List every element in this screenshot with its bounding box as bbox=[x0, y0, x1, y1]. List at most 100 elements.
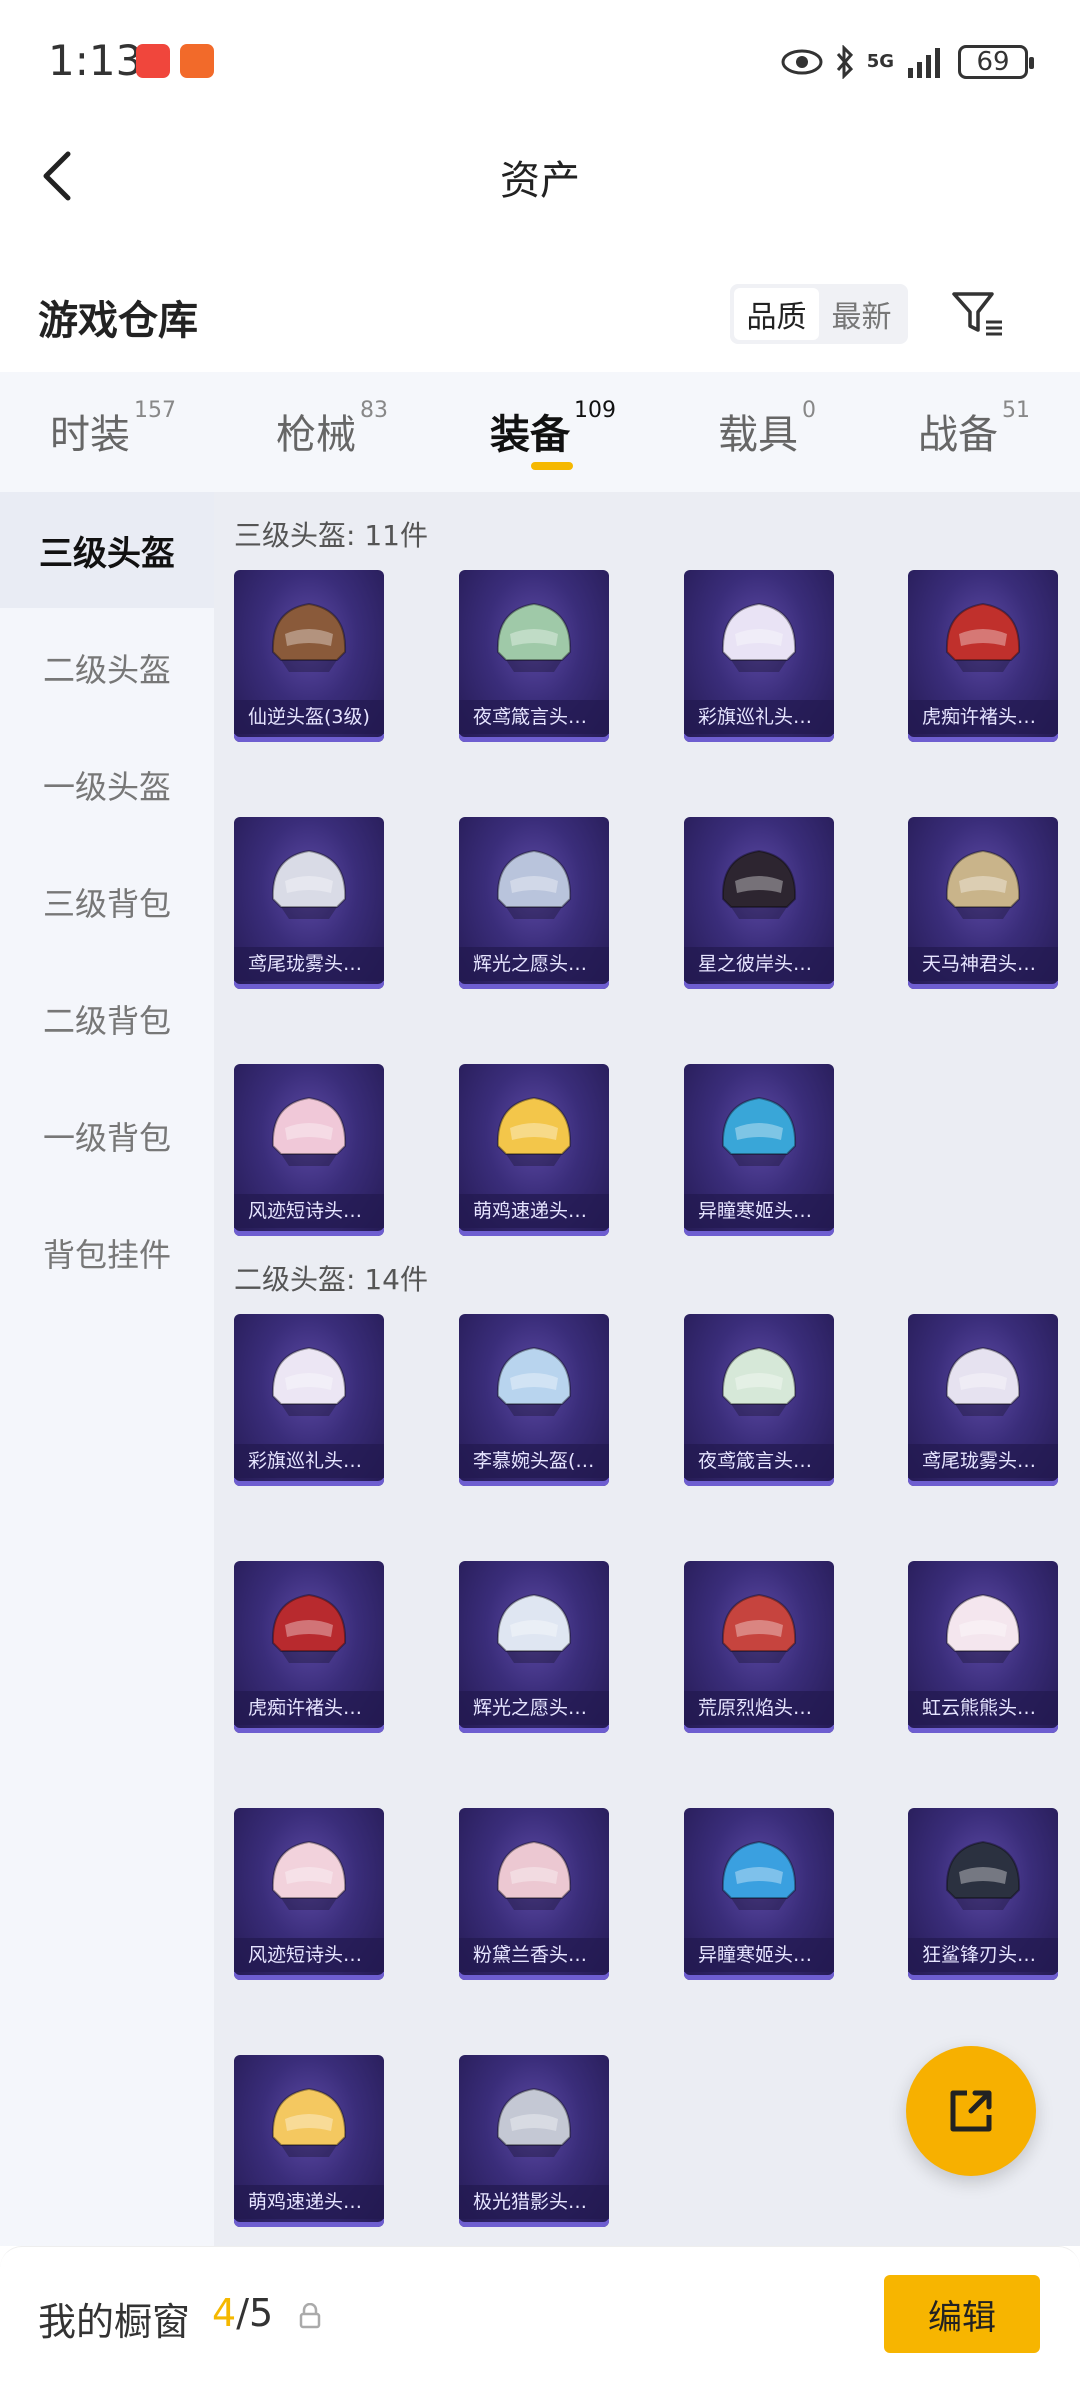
item-card[interactable]: 风迹短诗头… bbox=[234, 1808, 384, 1980]
tab-supplies[interactable]: 战备51 bbox=[918, 398, 1030, 460]
header: 资产 bbox=[0, 120, 1080, 230]
item-name: 李慕婉头盔(… bbox=[459, 1444, 609, 1478]
sidebar-item-backpack-charm[interactable]: 背包挂件 bbox=[0, 1195, 214, 1311]
item-card[interactable]: 风迹短诗头… bbox=[234, 1064, 384, 1236]
item-card[interactable]: 夜鸢箴言头… bbox=[459, 570, 609, 742]
item-name: 仙逆头盔(3级) bbox=[234, 700, 384, 734]
helmet-icon bbox=[945, 602, 1021, 672]
helmet-icon bbox=[721, 1840, 797, 1910]
item-name: 夜鸢箴言头… bbox=[459, 700, 609, 734]
item-name: 荒原烈焰头… bbox=[684, 1691, 834, 1725]
helmet-icon bbox=[496, 849, 572, 919]
sidebar-item-level3-helmet[interactable]: 三级头盔 bbox=[0, 492, 214, 608]
item-card[interactable]: 狂鲨锋刃头… bbox=[908, 1808, 1058, 1980]
edit-button[interactable]: 编辑 bbox=[884, 2275, 1040, 2353]
item-card[interactable]: 虎痴许褚头… bbox=[908, 570, 1058, 742]
item-card[interactable]: 仙逆头盔(3级) bbox=[234, 570, 384, 742]
item-card[interactable]: 辉光之愿头… bbox=[459, 817, 609, 989]
helmet-icon bbox=[945, 1593, 1021, 1663]
item-card[interactable]: 异瞳寒姬头… bbox=[684, 1064, 834, 1236]
helmet-icon bbox=[945, 849, 1021, 919]
item-name: 虎痴许褚头… bbox=[234, 1691, 384, 1725]
item-card[interactable]: 粉黛兰香头… bbox=[459, 1808, 609, 1980]
helmet-icon bbox=[721, 849, 797, 919]
item-name: 鸢尾珑雾头… bbox=[908, 1444, 1058, 1478]
section-title-level2: 二级头盔: 14件 bbox=[234, 1263, 428, 1296]
item-name: 风迹短诗头… bbox=[234, 1938, 384, 1972]
item-card[interactable]: 辉光之愿头… bbox=[459, 1561, 609, 1733]
tab-count: 0 bbox=[802, 398, 816, 423]
item-card[interactable]: 鸢尾珑雾头… bbox=[908, 1314, 1058, 1486]
battery-indicator: 69 bbox=[958, 45, 1034, 79]
item-card[interactable]: 夜鸢箴言头… bbox=[684, 1314, 834, 1486]
sidebar-item-level2-helmet[interactable]: 二级头盔 bbox=[0, 610, 214, 726]
tab-label: 装备 bbox=[490, 412, 570, 458]
showcase-current: 4 bbox=[212, 2291, 237, 2335]
sidebar-item-level2-backpack[interactable]: 二级背包 bbox=[0, 961, 214, 1077]
showcase-label: 我的橱窗 bbox=[38, 2300, 191, 2344]
tab-weapons[interactable]: 枪械83 bbox=[276, 398, 388, 460]
helmet-icon bbox=[271, 1346, 347, 1416]
item-card[interactable]: 萌鸡速递头… bbox=[234, 2055, 384, 2227]
sidebar-item-level1-backpack[interactable]: 一级背包 bbox=[0, 1078, 214, 1194]
helmet-icon bbox=[721, 602, 797, 672]
sidebar-item-level3-backpack[interactable]: 三级背包 bbox=[0, 844, 214, 960]
battery-level: 69 bbox=[976, 47, 1010, 77]
tab-label: 时装 bbox=[50, 412, 130, 458]
helmet-icon bbox=[271, 602, 347, 672]
showcase-count: 4/5 bbox=[212, 2291, 273, 2335]
helmet-icon bbox=[721, 1593, 797, 1663]
filter-icon[interactable] bbox=[948, 284, 1008, 344]
item-name: 极光猎影头… bbox=[459, 2185, 609, 2219]
item-name: 星之彼岸头… bbox=[684, 947, 834, 981]
helmet-icon bbox=[721, 1346, 797, 1416]
signal-icon bbox=[908, 48, 940, 78]
item-card[interactable]: 荒原烈焰头… bbox=[684, 1561, 834, 1733]
eye-icon bbox=[781, 49, 823, 75]
tab-count: 51 bbox=[1002, 398, 1030, 423]
item-name: 鸢尾珑雾头… bbox=[234, 947, 384, 981]
item-name: 虎痴许褚头… bbox=[908, 700, 1058, 734]
item-card[interactable]: 星之彼岸头… bbox=[684, 817, 834, 989]
item-card[interactable]: 虎痴许褚头… bbox=[234, 1561, 384, 1733]
warehouse-title: 游戏仓库 bbox=[38, 298, 198, 344]
item-card[interactable]: 极光猎影头… bbox=[459, 2055, 609, 2227]
tab-fashion[interactable]: 时装157 bbox=[50, 398, 176, 460]
sidebar-item-level1-helmet[interactable]: 一级头盔 bbox=[0, 727, 214, 843]
item-name: 风迹短诗头… bbox=[234, 1194, 384, 1228]
item-name: 辉光之愿头… bbox=[459, 1691, 609, 1725]
item-name: 彩旗巡礼头… bbox=[234, 1444, 384, 1478]
tab-vehicles[interactable]: 载具0 bbox=[718, 398, 816, 460]
item-card[interactable]: 虹云熊熊头… bbox=[908, 1561, 1058, 1733]
sort-quality-button[interactable]: 品质 bbox=[734, 288, 819, 340]
helmet-icon bbox=[271, 1593, 347, 1663]
helmet-icon bbox=[271, 1840, 347, 1910]
tab-count: 157 bbox=[134, 398, 176, 423]
share-icon bbox=[950, 2090, 992, 2132]
active-tab-indicator bbox=[531, 462, 573, 470]
tab-equipment[interactable]: 装备109 bbox=[490, 398, 616, 460]
item-name: 彩旗巡礼头… bbox=[684, 700, 834, 734]
item-card[interactable]: 李慕婉头盔(… bbox=[459, 1314, 609, 1486]
item-card[interactable]: 彩旗巡礼头… bbox=[684, 570, 834, 742]
sort-newest-button[interactable]: 最新 bbox=[819, 288, 904, 340]
item-card[interactable]: 天马神君头… bbox=[908, 817, 1058, 989]
item-name: 天马神君头… bbox=[908, 947, 1058, 981]
helmet-icon bbox=[271, 849, 347, 919]
item-card[interactable]: 萌鸡速递头… bbox=[459, 1064, 609, 1236]
tab-count: 83 bbox=[360, 398, 388, 423]
item-name: 夜鸢箴言头… bbox=[684, 1444, 834, 1478]
tab-label: 战备 bbox=[918, 412, 998, 458]
status-icons: 5G 69 bbox=[781, 40, 1034, 84]
page-title: 资产 bbox=[500, 158, 580, 204]
item-card[interactable]: 彩旗巡礼头… bbox=[234, 1314, 384, 1486]
item-card[interactable]: 异瞳寒姬头… bbox=[684, 1808, 834, 1980]
category-tabs: 时装157 枪械83 装备109 载具0 战备51 bbox=[0, 372, 1080, 492]
item-name: 异瞳寒姬头… bbox=[684, 1938, 834, 1972]
helmet-icon bbox=[496, 1840, 572, 1910]
item-card[interactable]: 鸢尾珑雾头… bbox=[234, 817, 384, 989]
helmet-icon bbox=[496, 1593, 572, 1663]
tab-label: 枪械 bbox=[276, 412, 356, 458]
share-button[interactable] bbox=[906, 2046, 1036, 2176]
helmet-icon bbox=[496, 1346, 572, 1416]
